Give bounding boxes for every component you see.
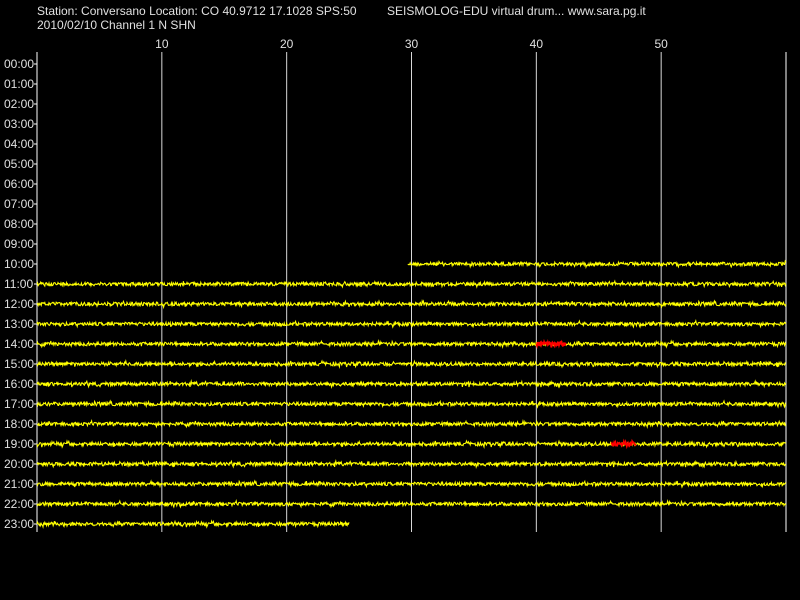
y-tick-label-0500: 05:00 [4, 157, 34, 171]
x-tick-label-40: 40 [530, 37, 544, 51]
y-tick-label-1100: 11:00 [4, 277, 33, 291]
y-tick-label-1900: 19:00 [4, 437, 34, 451]
y-tick-label-2100: 21:00 [4, 477, 34, 491]
event-1400 [535, 338, 567, 350]
grid-layer [34, 52, 787, 532]
x-tick-label-50: 50 [654, 37, 668, 51]
y-tick-label-0100: 01:00 [4, 77, 34, 91]
trace-1000 [407, 259, 787, 270]
y-tick-label-0700: 07:00 [4, 197, 34, 211]
y-tick-label-1800: 18:00 [4, 417, 34, 431]
event-layer [535, 338, 637, 450]
seismogram-chart: 10 20 30 40 50 00:00 01:00 02:00 03:00 04:00 05:0… [4, 37, 787, 532]
y-tick-label-0400: 04:00 [4, 137, 34, 151]
y-tick-label-0900: 09:00 [4, 237, 34, 251]
y-tick-label-1700: 17:00 [4, 397, 34, 411]
x-tick-label-30: 30 [405, 37, 419, 51]
y-tick-label-1300: 13:00 [4, 317, 34, 331]
trace-2300 [36, 519, 350, 529]
y-tick-label-2300: 23:00 [4, 517, 34, 531]
y-tick-label-1500: 15:00 [4, 357, 34, 371]
y-tick-label-0000: 00:00 [4, 57, 34, 71]
x-tick-labels: 10 20 30 40 50 [155, 37, 668, 51]
y-tick-label-1200: 12:00 [4, 297, 34, 311]
x-tick-label-20: 20 [280, 37, 294, 51]
y-tick-label-1000: 10:00 [4, 257, 34, 271]
y-tick-label-2200: 22:00 [4, 497, 34, 511]
y-tick-labels: 00:00 01:00 02:00 03:00 04:00 05:00 06:00 07:00… [4, 57, 34, 531]
y-tick-label-0300: 03:00 [4, 117, 34, 131]
y-tick-label-1400: 14:00 [4, 337, 34, 351]
y-tick-label-0200: 02:00 [4, 97, 34, 111]
y-tick-label-1600: 16:00 [4, 377, 34, 391]
y-tick-label-2000: 20:00 [4, 457, 34, 471]
y-tick-label-0600: 06:00 [4, 177, 34, 191]
x-tick-label-10: 10 [155, 37, 169, 51]
y-tick-label-0800: 08:00 [4, 217, 34, 231]
